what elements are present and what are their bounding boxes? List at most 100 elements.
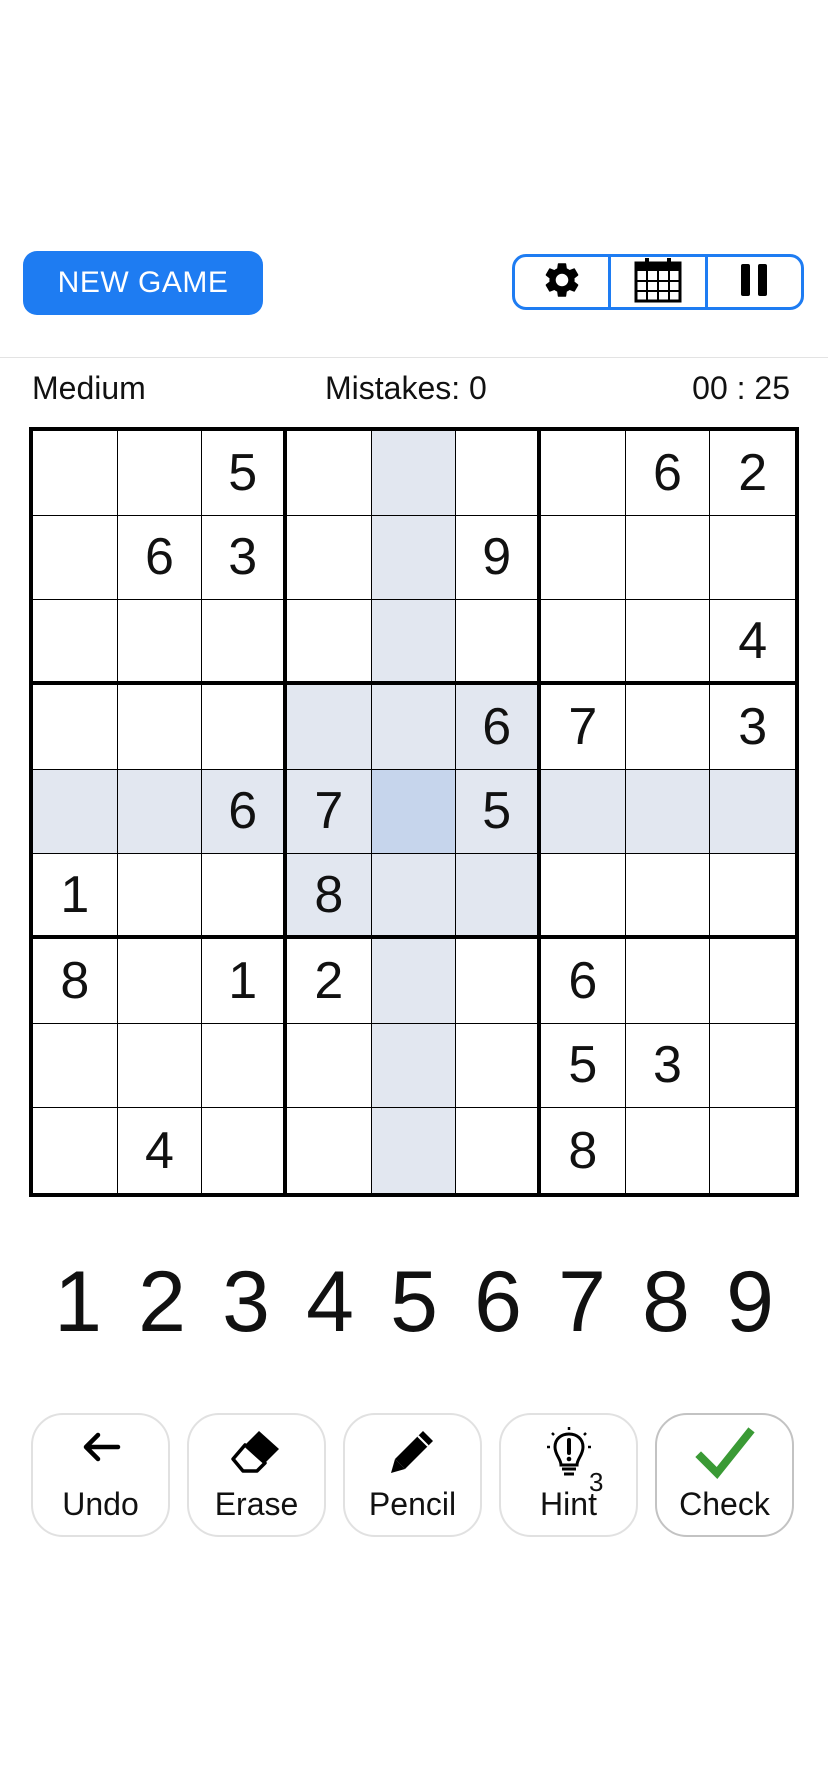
board-cell-r9c2[interactable]: 4 (118, 1108, 203, 1193)
board-cell-r4c9[interactable]: 3 (710, 685, 795, 770)
board-cell-r2c7[interactable] (540, 515, 626, 601)
board-cell-r6c4[interactable]: 8 (286, 854, 372, 939)
hint-button[interactable]: 3 Hint (499, 1413, 638, 1537)
board-cell-r4c6[interactable]: 6 (456, 684, 541, 770)
board-cell-r4c5[interactable] (371, 684, 457, 770)
board-cell-r7c8[interactable] (625, 938, 711, 1024)
board-cell-r1c7[interactable] (540, 431, 626, 516)
numpad-key-2[interactable]: 2 (120, 1259, 204, 1345)
board-cell-r5c1[interactable] (33, 769, 118, 855)
pause-button[interactable] (704, 257, 801, 307)
board-cell-r5c9[interactable] (710, 769, 795, 855)
board-cell-r3c8[interactable] (625, 600, 711, 685)
board-cell-r1c4[interactable] (286, 431, 372, 516)
board-cell-r1c8[interactable]: 6 (625, 431, 711, 516)
board-cell-r4c2[interactable] (117, 684, 203, 770)
check-button[interactable]: Check (655, 1413, 794, 1537)
board-cell-r7c3[interactable]: 1 (202, 938, 287, 1024)
board-cell-r2c1[interactable] (33, 515, 118, 601)
pencil-button[interactable]: Pencil (343, 1413, 482, 1537)
board-cell-r3c4[interactable] (286, 600, 372, 685)
board-cell-r6c5[interactable] (371, 854, 457, 939)
board-cell-r7c9[interactable] (710, 939, 795, 1024)
board-cell-r4c7[interactable]: 7 (540, 684, 626, 770)
board-cell-r2c2[interactable]: 6 (117, 515, 203, 601)
undo-button[interactable]: Undo (31, 1413, 170, 1537)
board-cell-r9c7[interactable]: 8 (541, 1108, 626, 1193)
board-cell-r8c7[interactable]: 5 (540, 1023, 626, 1109)
new-game-button[interactable]: NEW GAME (23, 251, 263, 315)
board-cell-r2c9[interactable] (710, 516, 795, 601)
board-cell-r4c4[interactable] (286, 684, 372, 770)
board-cell-r7c4[interactable]: 2 (286, 938, 372, 1024)
board-cell-r9c6[interactable] (456, 1108, 541, 1193)
board-cell-r7c6[interactable] (456, 938, 541, 1024)
board-cell-r6c2[interactable] (117, 854, 203, 939)
numpad-key-1[interactable]: 1 (36, 1259, 120, 1345)
board-cell-r6c8[interactable] (625, 854, 711, 939)
numpad-key-6[interactable]: 6 (456, 1259, 540, 1345)
board-cell-r9c1[interactable] (33, 1108, 118, 1193)
board-cell-r1c5[interactable] (371, 431, 457, 516)
board-cell-r5c6[interactable]: 5 (456, 769, 541, 855)
numpad-key-3[interactable]: 3 (204, 1259, 288, 1345)
board-cell-r9c9[interactable] (710, 1108, 795, 1193)
board-cell-r8c4[interactable] (286, 1023, 372, 1109)
erase-button[interactable]: Erase (187, 1413, 326, 1537)
board-cell-r5c5[interactable] (371, 769, 457, 855)
numpad-key-8[interactable]: 8 (624, 1259, 708, 1345)
board-cell-r7c5[interactable] (371, 938, 457, 1024)
board-cell-r1c6[interactable] (456, 431, 541, 516)
board-cell-r5c2[interactable] (117, 769, 203, 855)
board-cell-r1c3[interactable]: 5 (202, 431, 287, 516)
board-cell-r5c3[interactable]: 6 (202, 769, 287, 855)
settings-button[interactable] (515, 257, 608, 307)
header-divider (0, 357, 828, 358)
board-cell-r1c1[interactable] (33, 431, 118, 516)
numpad-key-5[interactable]: 5 (372, 1259, 456, 1345)
board-cell-r9c3[interactable] (202, 1108, 287, 1193)
board-cell-r7c7[interactable]: 6 (540, 938, 626, 1024)
board-cell-r2c3[interactable]: 3 (202, 515, 287, 601)
board-cell-r9c5[interactable] (371, 1108, 457, 1193)
board-cell-r5c4[interactable]: 7 (286, 769, 372, 855)
board-cell-r3c1[interactable] (33, 600, 118, 685)
board-cell-r9c4[interactable] (287, 1108, 372, 1193)
board-cell-r2c4[interactable] (286, 515, 372, 601)
board-cell-r3c2[interactable] (117, 600, 203, 685)
numpad-key-9[interactable]: 9 (708, 1259, 792, 1345)
board-cell-r5c8[interactable] (625, 769, 711, 855)
daily-challenge-button[interactable] (608, 257, 704, 307)
board-cell-r3c5[interactable] (371, 600, 457, 685)
board-cell-r8c8[interactable]: 3 (625, 1023, 711, 1109)
board-cell-r2c6[interactable]: 9 (456, 515, 541, 601)
board-cell-r8c6[interactable] (456, 1023, 541, 1109)
board-cell-r3c6[interactable] (456, 600, 541, 685)
board-cell-r1c9[interactable]: 2 (710, 431, 795, 516)
board-cell-r7c2[interactable] (117, 938, 203, 1024)
board-cell-r3c3[interactable] (202, 600, 287, 685)
board-cell-r6c1[interactable]: 1 (33, 854, 118, 939)
board-cell-r3c7[interactable] (540, 600, 626, 685)
board-cell-r5c7[interactable] (540, 769, 626, 855)
numpad-key-4[interactable]: 4 (288, 1259, 372, 1345)
board-cell-r7c1[interactable]: 8 (33, 938, 118, 1024)
board-cell-r6c6[interactable] (456, 854, 541, 939)
board-cell-r8c2[interactable] (117, 1023, 203, 1109)
board-cell-r3c9[interactable]: 4 (710, 600, 795, 685)
board-cell-r8c3[interactable] (202, 1023, 287, 1109)
board-cell-r8c9[interactable] (710, 1024, 795, 1109)
board-cell-r2c5[interactable] (371, 515, 457, 601)
numpad-key-7[interactable]: 7 (540, 1259, 624, 1345)
board-cell-r6c3[interactable] (202, 854, 287, 939)
board-cell-r1c2[interactable] (117, 431, 203, 516)
board-cell-r4c3[interactable] (202, 684, 287, 770)
board-cell-r8c5[interactable] (371, 1023, 457, 1109)
board-cell-r4c1[interactable] (33, 684, 118, 770)
board-cell-r9c8[interactable] (626, 1108, 711, 1193)
board-cell-r2c8[interactable] (625, 515, 711, 601)
board-cell-r8c1[interactable] (33, 1023, 118, 1109)
board-cell-r6c7[interactable] (540, 854, 626, 939)
board-cell-r6c9[interactable] (710, 854, 795, 939)
board-cell-r4c8[interactable] (625, 684, 711, 770)
